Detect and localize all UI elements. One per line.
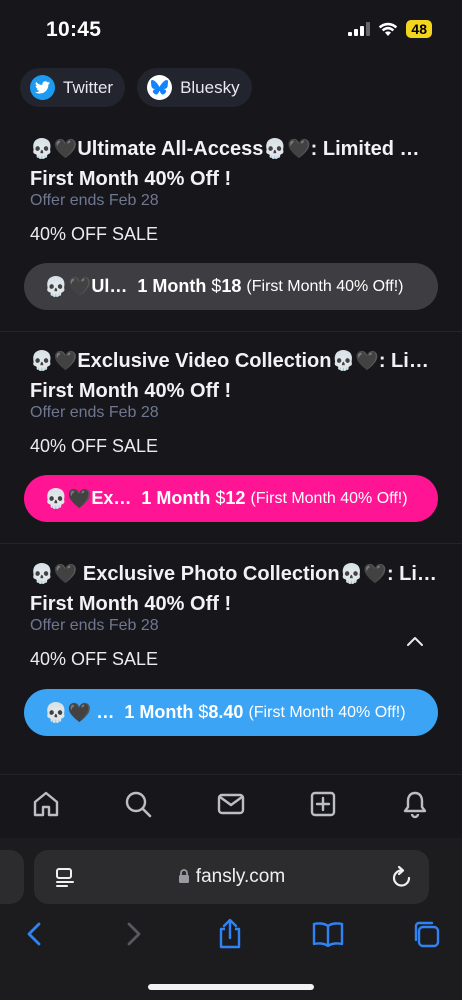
nav-create[interactable]: [306, 787, 340, 821]
skull-emoji-icon: 💀🖤: [30, 138, 78, 160]
offer-title: 💀🖤Exclusive Video Collection💀🖤: Li… Firs…: [30, 350, 429, 402]
url-display: fansly.com: [34, 866, 429, 888]
skull-emoji-icon: 💀🖤: [30, 350, 78, 372]
skull-emoji-icon: 💀🖤: [331, 350, 379, 372]
mail-icon: [217, 793, 245, 815]
offer-card: 💀🖤Exclusive Video Collection💀🖤: Li… Firs…: [0, 332, 462, 544]
offer-sale-label: 40% OFF SALE: [30, 436, 159, 456]
url-text: fansly.com: [195, 866, 286, 887]
subscribe-button[interactable]: 💀🖤 … 1 Month $8.40 (First Month 40% Off!…: [24, 689, 438, 736]
status-time: 10:45: [46, 18, 102, 41]
home-indicator: [148, 984, 314, 990]
skull-emoji-icon: 💀🖤: [44, 702, 92, 724]
tabs-button[interactable]: [410, 918, 442, 950]
book-icon: [312, 922, 344, 947]
offer-expiry: Offer ends Feb 28: [30, 192, 159, 209]
twitter-label: Twitter: [63, 77, 114, 97]
subscribe-button[interactable]: 💀🖤 Ex… 1 Month $12 (First Month 40% Off!): [24, 475, 438, 522]
address-bar[interactable]: fansly.com: [34, 850, 429, 904]
subscribe-button[interactable]: 💀🖤 Ul… 1 Month $18 (First Month 40% Off!): [24, 263, 438, 310]
offer-title: 💀🖤 Exclusive Photo Collection💀🖤: Li… Fir…: [30, 563, 437, 615]
nav-search[interactable]: [121, 787, 155, 821]
offer-card: 💀🖤Ultimate All-Access💀🖤: Limited … First…: [0, 120, 462, 332]
scroll-to-top-button[interactable]: [386, 612, 444, 670]
reload-icon[interactable]: [391, 865, 413, 889]
nav-messages[interactable]: [214, 787, 248, 821]
status-bar: 10:45 48: [0, 0, 462, 58]
status-icons: 48: [348, 20, 432, 38]
back-button[interactable]: [18, 918, 50, 950]
chevron-left-icon: [27, 922, 41, 946]
home-icon: [33, 791, 59, 817]
skull-emoji-icon: 💀🖤: [44, 488, 92, 510]
bluesky-label: Bluesky: [180, 77, 240, 97]
chevron-right-icon: [127, 922, 141, 946]
twitter-link[interactable]: Twitter: [20, 68, 126, 107]
plus-square-icon: [310, 791, 336, 817]
skull-emoji-icon: 💀🖤: [263, 138, 311, 160]
search-icon: [125, 791, 152, 818]
bookmarks-button[interactable]: [312, 918, 344, 950]
app-screen: 10:45 48 Twitter Bluesky 💀🖤Ultimate All-…: [0, 0, 462, 1000]
wifi-icon: [379, 22, 398, 36]
offer-sale-label: 40% OFF SALE: [30, 224, 159, 244]
skull-emoji-icon: 💀🖤: [44, 276, 92, 298]
bottom-nav: [0, 774, 462, 838]
offer-expiry: Offer ends Feb 28: [30, 617, 159, 634]
nav-home[interactable]: [29, 787, 63, 821]
skull-emoji-icon: 💀🖤: [339, 563, 387, 585]
share-icon: [219, 918, 241, 949]
offer-sale-label: 40% OFF SALE: [30, 649, 159, 669]
browser-chrome: fansly.com: [0, 838, 462, 1000]
bluesky-butterfly-icon: [147, 75, 173, 100]
tabs-icon: [414, 921, 440, 948]
offer-expiry: Offer ends Feb 28: [30, 404, 159, 421]
chevron-up-icon: [407, 636, 423, 646]
nav-notifications[interactable]: [398, 787, 432, 821]
skull-emoji-icon: 💀🖤: [30, 563, 78, 585]
bluesky-link[interactable]: Bluesky: [137, 68, 252, 107]
bell-icon: [403, 791, 427, 819]
social-links: Twitter Bluesky: [20, 68, 252, 107]
share-button[interactable]: [214, 918, 246, 950]
forward-button[interactable]: [118, 918, 150, 950]
twitter-bird-icon: [30, 75, 55, 100]
battery-level: 48: [406, 20, 432, 38]
lock-icon: [178, 869, 189, 883]
offer-title: 💀🖤Ultimate All-Access💀🖤: Limited … First…: [30, 138, 420, 190]
previous-tab[interactable]: [0, 850, 24, 904]
signal-icon: [348, 22, 371, 36]
